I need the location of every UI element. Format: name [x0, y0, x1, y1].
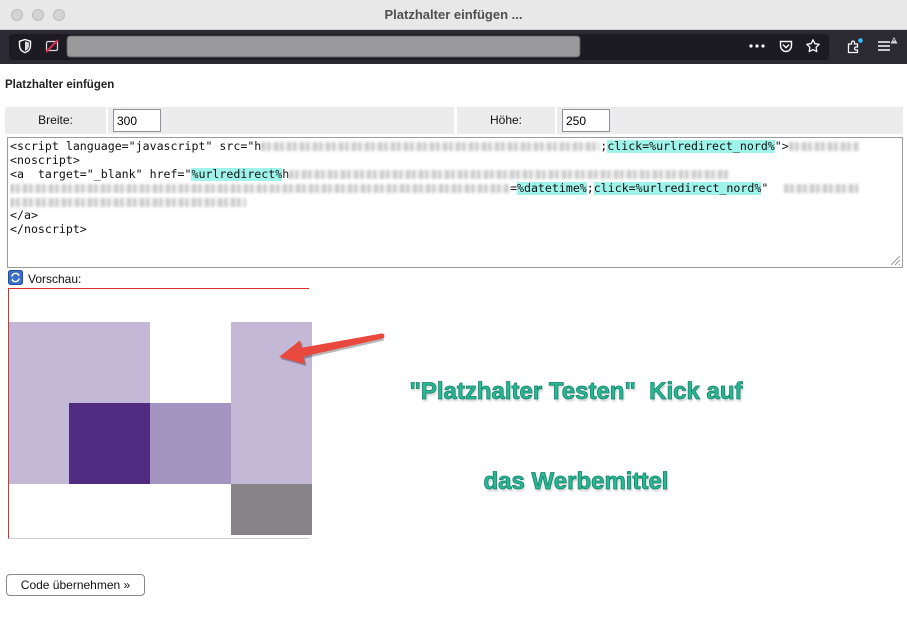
code-text: <a target="_blank" href="	[10, 167, 192, 181]
annotation-arrow	[279, 333, 385, 366]
url-text-redacted	[67, 36, 580, 57]
code-text: =	[510, 181, 517, 195]
code-line: <noscript>	[10, 154, 900, 168]
height-input[interactable]	[562, 109, 610, 132]
preview-label: Vorschau:	[28, 272, 82, 286]
placeholder-highlight: click=%urlredirect_nord%	[593, 181, 762, 195]
width-input[interactable]	[113, 109, 161, 132]
window-title: Platzhalter einfügen ...	[384, 7, 523, 22]
code-line: </a>	[10, 209, 900, 223]
placeholder-highlight: %datetime%	[516, 181, 587, 195]
redacted-text	[10, 183, 510, 193]
width-input-cell	[108, 107, 454, 134]
code-text: <script language="javascript" src="h	[10, 140, 262, 153]
browser-toolbar	[0, 30, 907, 64]
ad-block-dark	[69, 403, 150, 484]
page-title: Platzhalter einfügen	[5, 79, 115, 91]
redacted-text	[784, 183, 859, 193]
window-titlebar: Platzhalter einfügen ...	[0, 0, 907, 30]
code-text: h	[282, 167, 290, 181]
extensions-icon[interactable]	[846, 37, 864, 55]
code-text: </a>	[10, 209, 38, 223]
refresh-icon[interactable]	[8, 270, 23, 285]
code-text: "	[761, 181, 769, 195]
height-input-cell	[557, 107, 903, 134]
ad-block-medium	[150, 403, 231, 484]
ad-block-light	[9, 322, 150, 403]
code-text: <noscript>	[10, 153, 80, 167]
code-text: ;	[586, 181, 594, 195]
code-line: =%datetime%;click=%urlredirect_nord%"	[10, 181, 900, 196]
star-icon[interactable]	[805, 38, 821, 54]
code-text: ">	[774, 140, 789, 153]
url-bar[interactable]	[9, 34, 829, 60]
annotation-line: "Platzhalter Testen" Kick auf	[409, 378, 743, 406]
height-label: Höhe:	[457, 107, 555, 134]
code-text: </noscript>	[10, 223, 87, 237]
width-label: Breite:	[5, 107, 106, 134]
placeholder-highlight: click=%urlredirect_nord%	[607, 140, 775, 153]
placeholder-highlight: %urlredirect%	[191, 167, 283, 181]
arrow-tail	[379, 333, 385, 339]
annotation-text: "Platzhalter Testen" Kick auf das Werbem…	[396, 317, 756, 527]
code-line: <script language="javascript" src="h ;cli…	[10, 140, 900, 154]
code-line	[10, 196, 900, 210]
redacted-text	[261, 142, 601, 151]
redacted-text	[10, 197, 246, 207]
redacted-text	[289, 169, 731, 179]
arrow-shape	[279, 333, 383, 364]
shield-icon[interactable]	[17, 38, 33, 54]
ad-block-light	[9, 403, 69, 484]
code-textarea[interactable]: <script language="javascript" src="h ;cli…	[7, 137, 903, 268]
blocked-permission-icon[interactable]	[44, 38, 60, 54]
annotation-line: das Werbemittel	[483, 468, 669, 496]
code-line: </noscript>	[10, 223, 900, 237]
code-line: <a target="_blank" href="%urlredirect%h	[10, 167, 900, 182]
resize-grip[interactable]	[889, 254, 901, 266]
hamburger-menu-icon[interactable]	[876, 36, 898, 54]
redacted-text	[788, 142, 859, 151]
more-actions-icon[interactable]	[748, 43, 766, 49]
dimensions-row: Breite: Höhe:	[5, 107, 903, 134]
submit-code-button[interactable]: Code übernehmen »	[6, 574, 145, 596]
pocket-icon[interactable]	[778, 38, 794, 54]
ad-block-gray	[231, 484, 312, 535]
ad-creative[interactable]	[9, 322, 312, 535]
